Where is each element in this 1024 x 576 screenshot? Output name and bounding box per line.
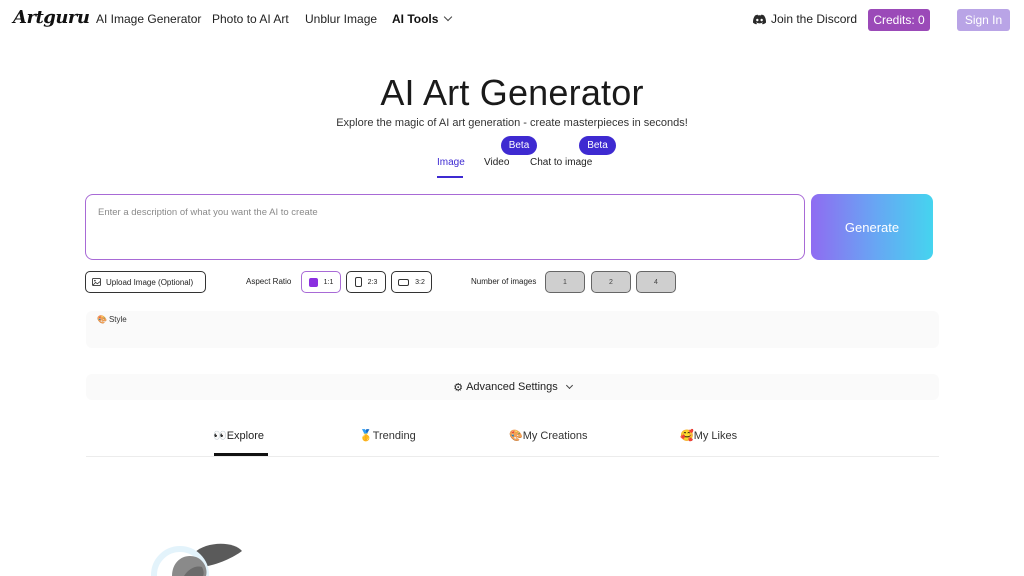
discord-icon xyxy=(753,14,766,24)
num-images-1[interactable]: 1 xyxy=(545,271,585,293)
nav-photo-to-ai-art[interactable]: Photo to AI Art xyxy=(212,12,289,26)
tab-my-creations[interactable]: 🎨My Creations xyxy=(509,429,588,442)
aspect-ratio-1-1-label: 1:1 xyxy=(323,278,334,286)
smiling-hearts-icon: 🥰 xyxy=(680,430,694,442)
upload-image-label: Upload Image (Optional) xyxy=(106,277,194,287)
palette-icon: 🎨 xyxy=(509,430,523,442)
aspect-ratio-3-2[interactable]: 3:2 xyxy=(391,271,432,293)
tab-trending-label: Trending xyxy=(372,430,416,442)
aspect-ratio-1-1[interactable]: 1:1 xyxy=(301,271,341,293)
advanced-settings-label: Advanced Settings xyxy=(466,381,558,393)
style-panel xyxy=(86,311,939,348)
page-title: AI Art Generator xyxy=(380,72,644,113)
medal-icon: 🥇 xyxy=(359,430,373,442)
nav-ai-tools-label: AI Tools xyxy=(392,12,439,26)
join-discord-label: Join the Discord xyxy=(771,12,858,26)
chevron-down-icon xyxy=(444,12,453,22)
chevron-down-icon xyxy=(565,381,573,389)
upload-image-button[interactable]: Upload Image (Optional) xyxy=(85,271,206,293)
number-of-images-label: Number of images xyxy=(471,277,537,286)
aspect-ratio-2-3-label: 2:3 xyxy=(367,278,378,286)
style-label: Style xyxy=(108,315,127,324)
aspect-ratio-3-2-label: 3:2 xyxy=(415,278,425,286)
gear-icon: ⚙ xyxy=(453,381,464,394)
prompt-input[interactable] xyxy=(85,194,805,260)
active-tab-indicator xyxy=(437,176,463,178)
tab-explore[interactable]: 👀Explore xyxy=(213,429,264,442)
tab-trending[interactable]: 🥇Trending xyxy=(359,429,416,442)
aspect-ratio-2-3[interactable]: 2:3 xyxy=(346,271,386,293)
artguru-logo[interactable]: Artguru xyxy=(13,7,90,28)
page-subtitle: Explore the magic of AI art generation -… xyxy=(336,117,688,129)
tab-my-creations-label: My Creations xyxy=(522,430,588,442)
credits-button[interactable]: Credits: 0 xyxy=(868,9,930,31)
chat-to-image-beta-badge: Beta xyxy=(579,136,616,155)
num-images-4[interactable]: 4 xyxy=(636,271,676,293)
portrait-icon xyxy=(354,277,362,287)
tab-chat-to-image[interactable]: Chat to image xyxy=(530,157,592,168)
advanced-settings-toggle[interactable]: ⚙ Advanced Settings xyxy=(86,374,939,400)
tab-video[interactable]: Video xyxy=(484,157,509,168)
num-images-2[interactable]: 2 xyxy=(591,271,631,293)
nav-ai-image-generator[interactable]: AI Image Generator xyxy=(96,12,201,26)
tab-explore-label: Explore xyxy=(226,430,264,442)
generate-button[interactable]: Generate xyxy=(811,194,933,260)
top-navbar: Artguru AI Image Generator Photo to AI A… xyxy=(0,0,1024,40)
tab-my-likes[interactable]: 🥰My Likes xyxy=(680,429,737,442)
nav-unblur-image[interactable]: Unblur Image xyxy=(305,12,377,26)
join-discord-link[interactable]: Join the Discord xyxy=(753,12,857,26)
gallery-tabs-divider xyxy=(86,456,939,457)
loading-illustration xyxy=(151,543,242,576)
palette-icon: 🎨 xyxy=(97,315,107,324)
eyes-icon: 👀 xyxy=(213,430,227,442)
landscape-icon xyxy=(398,278,410,286)
tab-image[interactable]: Image xyxy=(437,157,465,168)
tab-my-likes-label: My Likes xyxy=(693,430,738,442)
sign-in-button[interactable]: Sign In xyxy=(957,9,1010,31)
video-beta-badge: Beta xyxy=(501,136,537,155)
square-icon xyxy=(308,277,318,287)
nav-ai-tools-dropdown[interactable]: AI Tools xyxy=(392,12,453,26)
style-header: 🎨 Style xyxy=(97,315,127,324)
aspect-ratio-label: Aspect Ratio xyxy=(246,277,292,286)
image-icon xyxy=(92,278,101,286)
